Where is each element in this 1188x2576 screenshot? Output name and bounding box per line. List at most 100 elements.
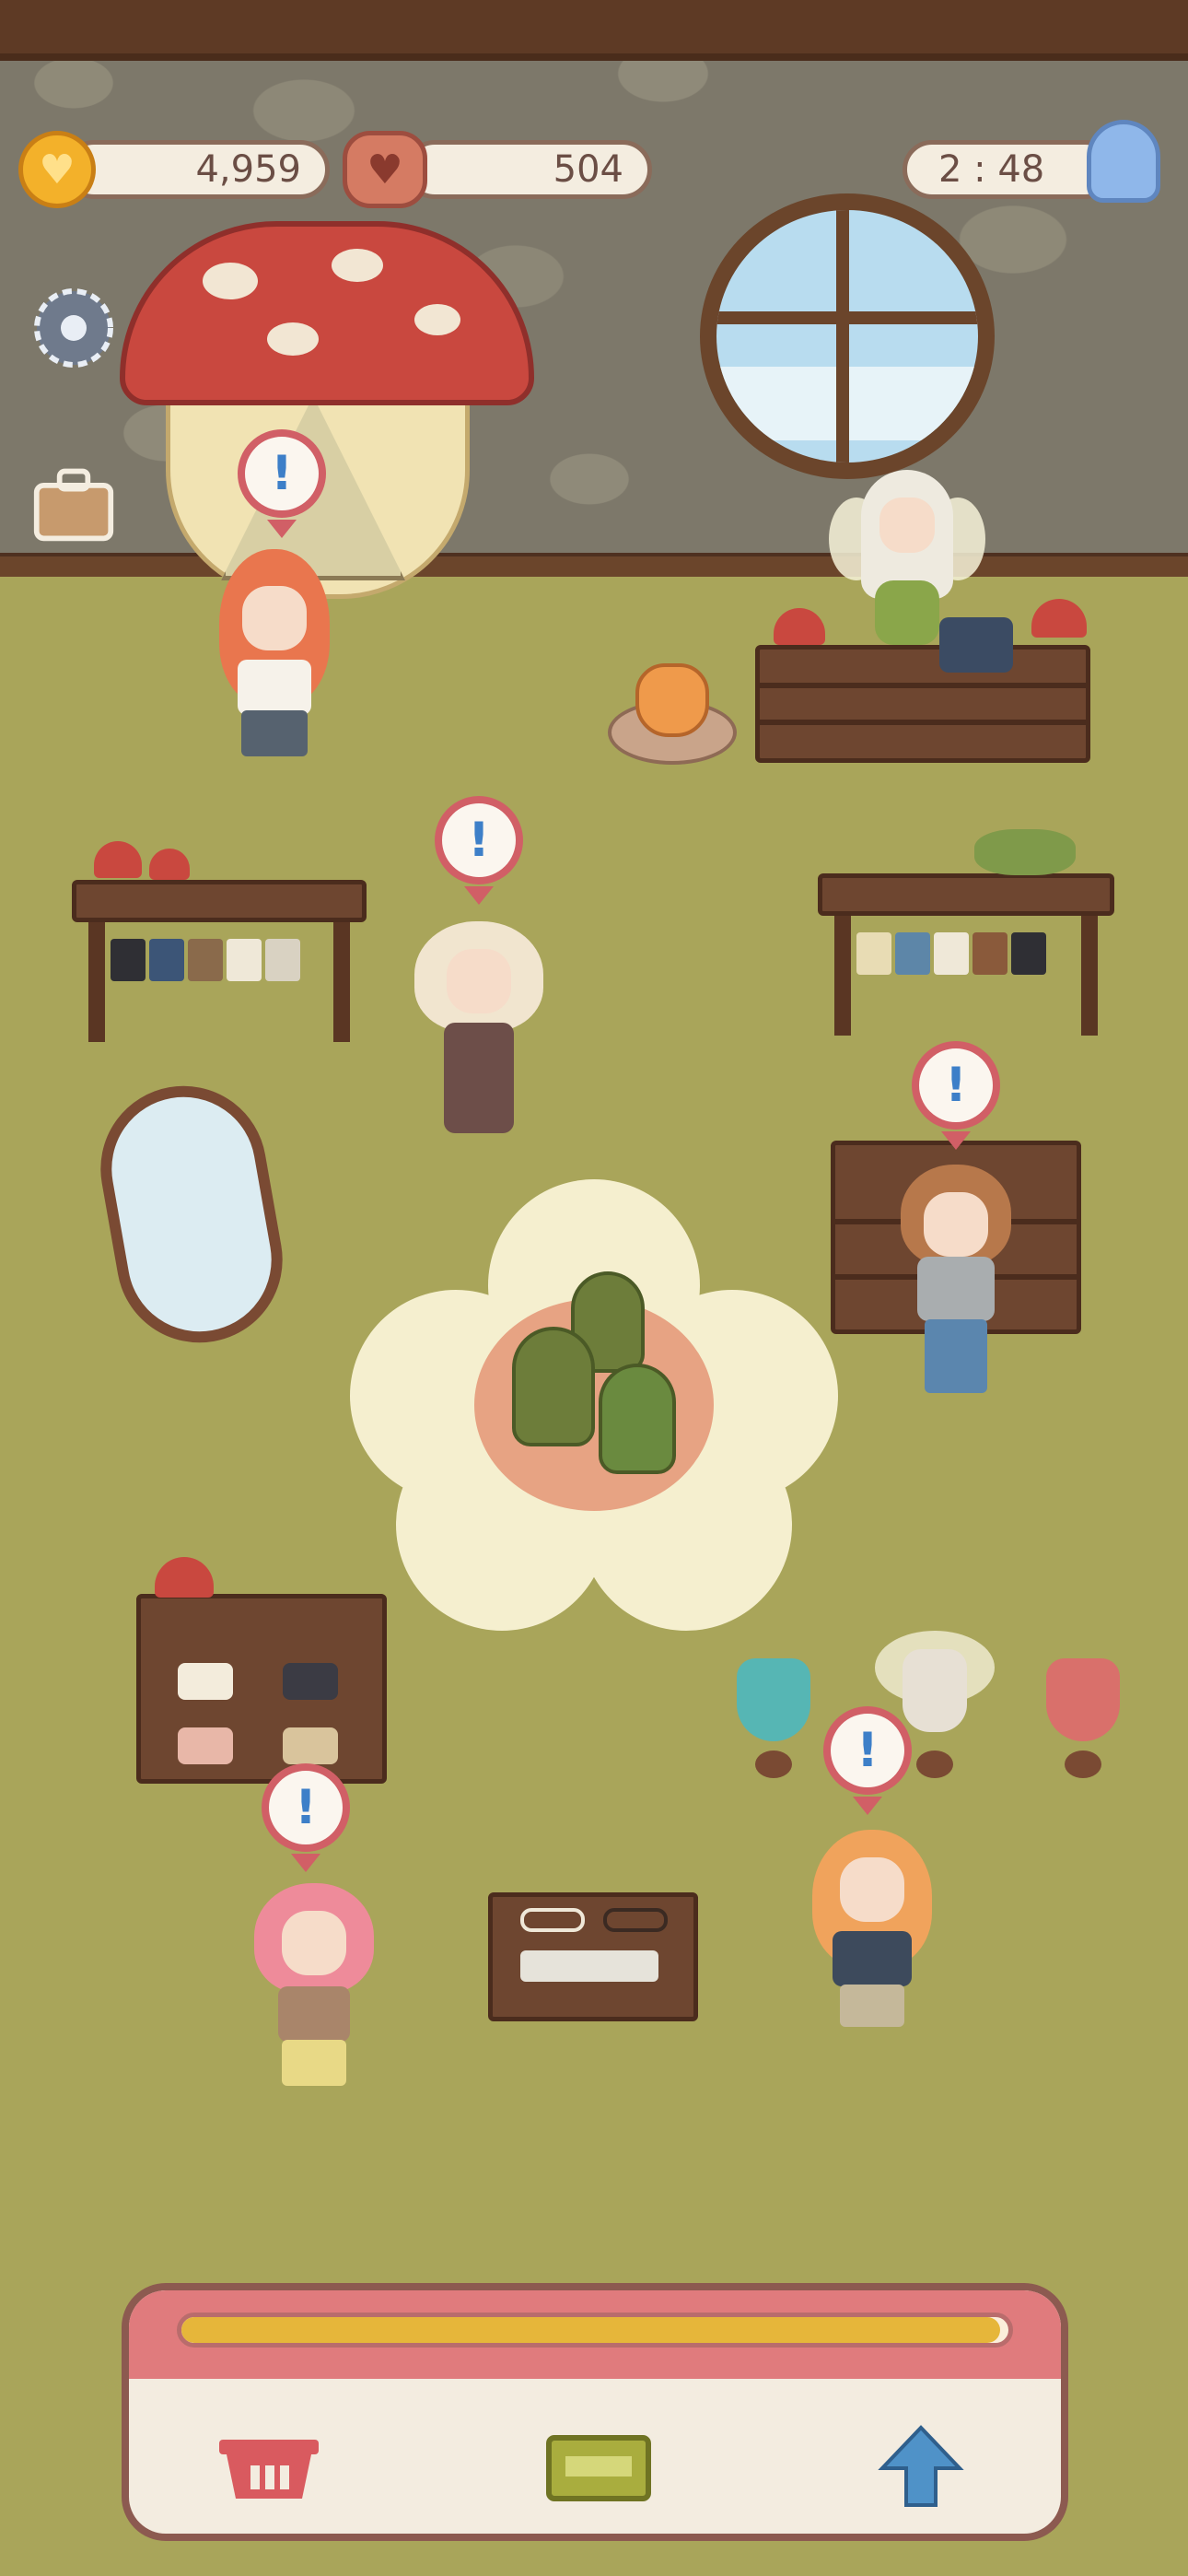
shop-counter[interactable] (755, 645, 1090, 763)
customer-orange-hair[interactable] (803, 1830, 941, 2078)
customer-alert-bubble[interactable]: ! (262, 1763, 350, 1852)
bag-item[interactable] (283, 1727, 338, 1764)
yellow-shorts (282, 2040, 346, 2086)
alert-icon[interactable]: ! (912, 1041, 1000, 1130)
panel-header (129, 2290, 1061, 2379)
potted-flower-bush[interactable] (599, 1364, 676, 1474)
bag-item[interactable] (283, 1663, 338, 1700)
hanging-shirts[interactable] (856, 932, 1050, 978)
window-cloud (716, 367, 978, 440)
khaki-shorts (840, 1985, 904, 2027)
bag-item[interactable] (178, 1727, 233, 1764)
ghost-icon[interactable] (1087, 120, 1160, 203)
progress-fill (181, 2317, 1000, 2343)
timer-text: 2 : 48 (938, 148, 1045, 191)
face (447, 949, 511, 1013)
shirt-black[interactable] (111, 939, 146, 981)
clothing-rack-left[interactable] (72, 841, 367, 1046)
white-dress (903, 1649, 967, 1732)
gray-skirt (241, 710, 308, 756)
counter-plank (760, 683, 1086, 688)
round-window[interactable] (700, 193, 995, 479)
shirt-brown[interactable] (973, 932, 1007, 975)
potted-topiary[interactable] (512, 1327, 595, 1446)
cap-spot (267, 322, 319, 356)
face (924, 1192, 988, 1257)
alert-icon[interactable]: ! (823, 1706, 912, 1795)
hairclip-items[interactable] (520, 1950, 658, 1982)
bag-button[interactable] (31, 461, 116, 545)
mannequin-polka-dress[interactable] (1037, 1631, 1129, 1787)
shirt-brown[interactable] (188, 939, 223, 981)
basket-icon (219, 2440, 319, 2499)
gray-hoodie (917, 1257, 995, 1321)
customer-brown-bob[interactable] (891, 1165, 1020, 1413)
fairy-dress (875, 580, 939, 645)
alert-icon[interactable]: ! (435, 796, 523, 884)
polka-dress (1046, 1658, 1120, 1741)
ceiling-beam (0, 0, 1188, 61)
bottom-action-panel (122, 2283, 1068, 2541)
heart-amount: 504 (553, 148, 623, 191)
shirt-black[interactable] (1011, 932, 1046, 975)
cap-spot (414, 304, 460, 335)
clothing-rack-right[interactable] (818, 829, 1114, 1039)
rack-leg (1081, 916, 1098, 1036)
heart-coin-icon: ♥ (18, 131, 96, 208)
shelf-icon (546, 2435, 651, 2501)
mannequin-stand (755, 1751, 792, 1778)
brown-top (278, 1986, 350, 2042)
glasses-item[interactable] (520, 1908, 585, 1932)
customer-alert-bubble[interactable]: ! (823, 1706, 912, 1795)
mushroom-cap (120, 221, 534, 405)
cash-register[interactable] (939, 617, 1013, 673)
hanging-shirts[interactable] (111, 939, 304, 985)
shirt-yellow[interactable] (856, 932, 891, 975)
shirt-blue[interactable] (895, 932, 930, 975)
white-top (238, 660, 311, 715)
customer-alert-bubble[interactable]: ! (912, 1041, 1000, 1130)
alert-icon[interactable]: ! (238, 429, 326, 518)
customer-blonde-pigtails[interactable] (405, 921, 553, 1170)
rack-leg (88, 922, 105, 1042)
mannequin-stand (916, 1751, 953, 1778)
bag-shelf[interactable] (136, 1594, 387, 1784)
face (282, 1911, 346, 1975)
cat-cushion[interactable] (608, 663, 737, 765)
teal-dress (737, 1658, 810, 1741)
shirt-white[interactable] (227, 939, 262, 981)
accessory-table[interactable] (488, 1892, 698, 2021)
blue-jeans (925, 1319, 987, 1393)
customer-pink-braid[interactable] (245, 1883, 383, 2132)
heart-counter: 504 (405, 140, 652, 199)
customer-alert-bubble[interactable]: ! (238, 429, 326, 518)
shirt-white[interactable] (934, 932, 969, 975)
gear-icon (34, 288, 113, 368)
visitor-timer: 2 : 48 (903, 140, 1114, 199)
display-button[interactable] (543, 2416, 654, 2517)
orange-cat[interactable] (635, 663, 709, 737)
glasses-item[interactable] (603, 1908, 668, 1932)
coin-counter: 4,959 (64, 140, 330, 199)
rack-leg (834, 916, 851, 1036)
basket-button[interactable] (214, 2416, 324, 2517)
heart-cookie-icon: ♥ (343, 131, 427, 208)
shirt-navy[interactable] (149, 939, 184, 981)
alert-icon[interactable]: ! (262, 1763, 350, 1852)
rack-leg (333, 922, 350, 1042)
flower-bouquet (974, 829, 1076, 875)
mannequin-teal-dress[interactable] (728, 1631, 820, 1787)
navy-sweater (833, 1931, 912, 1986)
shirt-cream[interactable] (265, 939, 300, 981)
settings-button[interactable] (31, 286, 116, 370)
bag-item[interactable] (178, 1663, 233, 1700)
face (242, 586, 307, 650)
customer-red-hair[interactable] (210, 549, 339, 798)
cap-spot (203, 263, 258, 299)
customer-alert-bubble[interactable]: ! (435, 796, 523, 884)
brown-dress (444, 1023, 514, 1133)
arrow-up-icon (878, 2425, 964, 2507)
upgrade-button[interactable] (866, 2416, 976, 2517)
rack-top (818, 873, 1114, 916)
mannequin-stand (1065, 1751, 1101, 1778)
